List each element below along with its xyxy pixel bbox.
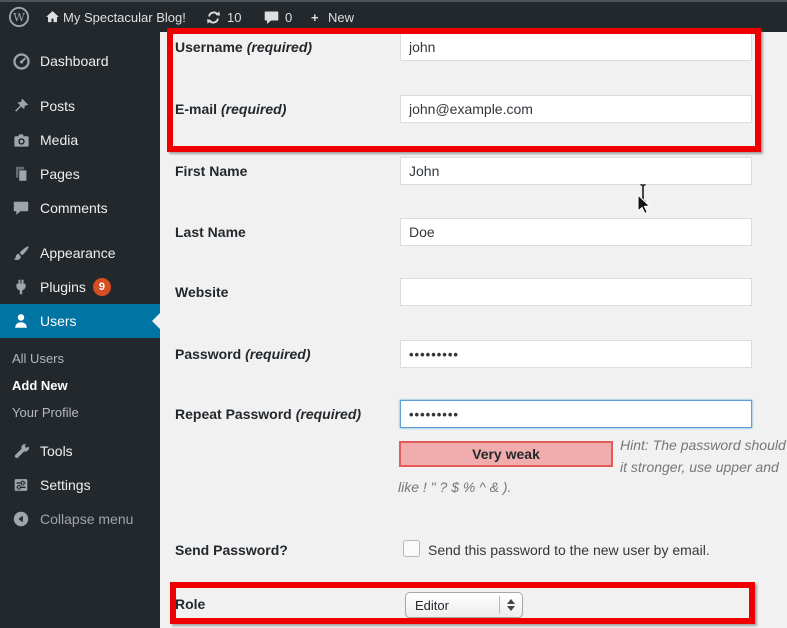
password-input[interactable] [400,340,752,368]
sidebar-item-media[interactable]: Media [0,123,160,157]
sidebar-item-label: Tools [40,443,73,459]
sidebar-item-appearance[interactable]: Appearance [0,236,160,270]
last-name-row: Last Name [160,218,787,248]
dashboard-icon [10,51,32,71]
comments-count[interactable]: 0 [285,8,292,28]
sidebar-item-label: Posts [40,98,76,114]
settings-sliders-icon [10,475,32,495]
user-icon [10,311,32,331]
sidebar-item-settings[interactable]: Settings [0,468,160,502]
send-password-checkbox[interactable] [403,540,420,557]
first-name-label: First Name [175,163,248,179]
highlight-rectangle-role [170,582,755,624]
sidebar-item-all-users[interactable]: All Users [0,345,160,372]
site-name-link[interactable]: My Spectacular Blog! [63,8,186,28]
sidebar-item-plugins[interactable]: Plugins 9 [0,270,160,304]
collapse-arrow-icon [10,509,32,529]
active-menu-arrow [152,313,160,329]
password-hint-line-1: Hint: The password should [620,437,786,453]
repeat-password-label: Repeat Password (required) [175,406,362,422]
password-label: Password (required) [175,346,311,362]
sidebar-item-label: Appearance [40,245,116,261]
pushpin-icon [10,96,32,116]
website-input[interactable] [400,278,752,306]
sidebar-item-tools[interactable]: Tools [0,434,160,468]
first-name-row: First Name [160,157,787,187]
send-password-row: Send Password? Send this password to the… [160,536,787,566]
repeat-password-input[interactable] [400,400,752,428]
highlight-rectangle-credentials [167,28,761,152]
pages-icon [10,164,32,184]
repeat-password-row: Repeat Password (required) [160,400,787,430]
updates-count[interactable]: 10 [227,8,241,28]
admin-sidebar: Dashboard Posts Media Pages Comments App… [0,32,160,628]
sidebar-item-label: Users [40,313,77,329]
sidebar-item-your-profile[interactable]: Your Profile [0,399,160,426]
sidebar-item-comments[interactable]: Comments [0,191,160,225]
plug-icon [10,277,32,297]
password-hint-line-2: it stronger, use upper and [620,459,779,475]
speech-bubble-icon [10,198,32,218]
users-submenu: All Users Add New Your Profile [0,338,160,434]
last-name-label: Last Name [175,224,246,240]
sidebar-item-label: Dashboard [40,53,109,69]
send-password-checkbox-label[interactable]: Send this password to the new user by em… [428,542,710,558]
wrench-icon [10,441,32,461]
sidebar-item-label: Plugins [40,279,86,295]
sidebar-item-label: Media [40,132,79,148]
sidebar-item-users[interactable]: Users [0,304,160,338]
plus-icon[interactable]: + [311,8,319,28]
send-password-label: Send Password? [175,542,288,558]
sidebar-item-label: Collapse menu [40,511,134,527]
password-strength-meter: Very weak [399,441,613,467]
password-row: Password (required) [160,340,787,370]
mouse-cursor [634,183,656,220]
sidebar-item-label: Comments [40,200,108,216]
collapse-menu-button[interactable]: Collapse menu [0,502,160,536]
password-hint-line-3: like ! " ? $ % ^ & ). [398,479,512,495]
home-icon[interactable] [44,9,61,26]
paintbrush-icon [10,243,32,263]
first-name-input[interactable] [400,157,752,185]
new-content-link[interactable]: New [328,8,354,28]
camera-icon [10,130,32,150]
sidebar-item-label: Settings [40,477,91,493]
last-name-input[interactable] [400,218,752,246]
sidebar-item-add-new[interactable]: Add New [0,372,160,399]
plugins-update-badge: 9 [92,278,111,296]
sidebar-item-posts[interactable]: Posts [0,89,160,123]
wordpress-logo-icon[interactable]: W [8,6,30,28]
sidebar-item-label: Pages [40,166,80,182]
sidebar-item-pages[interactable]: Pages [0,157,160,191]
svg-text:W: W [13,10,25,24]
comments-icon[interactable] [263,9,280,26]
updates-icon[interactable] [205,9,222,26]
website-label: Website [175,284,229,300]
sidebar-item-dashboard[interactable]: Dashboard [0,44,160,78]
website-row: Website [160,278,787,308]
